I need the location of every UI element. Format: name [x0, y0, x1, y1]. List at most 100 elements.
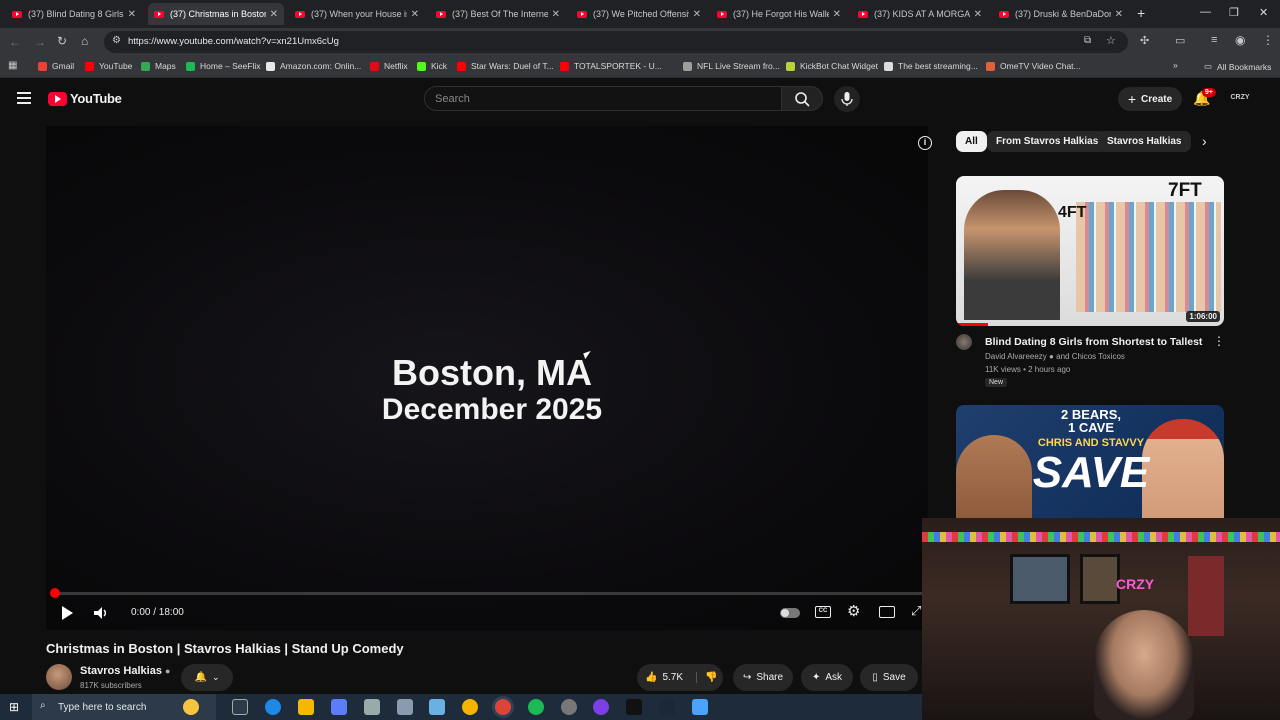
- chip-all[interactable]: All: [956, 131, 987, 152]
- close-tab-icon[interactable]: ✕: [1115, 9, 1123, 20]
- sidebar-video-title[interactable]: Blind Dating 8 Girls from Shortest to Ta…: [985, 336, 1205, 348]
- close-tab-icon[interactable]: ✕: [128, 9, 136, 20]
- bookmark-amazon[interactable]: Amazon.com: Onlin...: [266, 61, 361, 71]
- more-options-icon[interactable]: ⋮: [1213, 334, 1225, 348]
- captions-icon[interactable]: CC: [815, 606, 831, 618]
- app-icon[interactable]: [462, 699, 478, 715]
- bookmark-kickbot[interactable]: KickBot Chat Widget: [786, 61, 878, 71]
- info-icon[interactable]: i: [918, 136, 932, 150]
- bookmark-ometv[interactable]: OmeTV Video Chat...: [986, 61, 1081, 71]
- app-icon[interactable]: [692, 699, 708, 715]
- hamburger-menu-icon[interactable]: [17, 92, 31, 104]
- edge-icon[interactable]: [265, 699, 281, 715]
- close-tab-icon[interactable]: ✕: [833, 9, 841, 20]
- chrome-icon[interactable]: [495, 699, 511, 715]
- youtube-logo[interactable]: YouTube: [48, 91, 122, 106]
- browser-tab[interactable]: (37) When your House is I ✕: [289, 3, 425, 25]
- extensions-icon[interactable]: ✣: [1140, 34, 1149, 47]
- thumbs-down-icon[interactable]: 👎: [696, 672, 717, 683]
- autoplay-toggle[interactable]: [780, 608, 800, 618]
- app-icon[interactable]: [397, 699, 413, 715]
- video-thumbnail[interactable]: 2 BEARS, 1 CAVE CHRIS AND STAVVY SAVE: [956, 405, 1224, 520]
- home-icon[interactable]: ⌂: [81, 34, 88, 48]
- app-icon[interactable]: [561, 699, 577, 715]
- video-player[interactable]: i Boston, MA December 2025 0:00 / 18:00 …: [46, 126, 932, 630]
- browser-tab[interactable]: (37) We Pitched Offensive ✕: [571, 3, 707, 25]
- bookmark-star-icon[interactable]: ☆: [1106, 34, 1116, 47]
- browser-tab[interactable]: (37) He Forgot His Wallet. ✕: [711, 3, 847, 25]
- subscribed-button[interactable]: 🔔 ⌄: [181, 664, 233, 691]
- app-icon[interactable]: [626, 699, 642, 715]
- settings-gear-icon[interactable]: ⚙: [847, 602, 860, 620]
- bookmark-gmail[interactable]: Gmail: [38, 61, 74, 71]
- media-icon[interactable]: ≡: [1211, 34, 1217, 46]
- app-icon[interactable]: [429, 699, 445, 715]
- address-bar[interactable]: ⚙ https://www.youtube.com/watch?v=xn21Um…: [104, 31, 1128, 53]
- close-tab-icon[interactable]: ✕: [552, 9, 560, 20]
- video-thumbnail[interactable]: 4FT 7FT 1:06:00: [956, 176, 1224, 326]
- save-button[interactable]: ▯ Save: [860, 664, 918, 691]
- progress-bar[interactable]: [52, 592, 922, 595]
- theater-mode-icon[interactable]: [879, 606, 895, 618]
- bookmark-nfl-stream[interactable]: NFL Live Stream fro...: [683, 61, 780, 71]
- browser-tab[interactable]: (37) Best Of The Internet (✕: [430, 3, 566, 25]
- steam-icon[interactable]: [659, 699, 675, 715]
- sidebar-icon[interactable]: ▭: [1175, 34, 1185, 47]
- apps-grid-icon[interactable]: ▦: [8, 60, 17, 71]
- file-explorer-icon[interactable]: [298, 699, 314, 715]
- profile-icon[interactable]: ◉: [1235, 33, 1245, 47]
- back-icon[interactable]: ←: [9, 35, 21, 49]
- more-bookmarks-icon[interactable]: »: [1173, 60, 1178, 70]
- maximize-icon[interactable]: ❐: [1229, 6, 1239, 19]
- menu-icon[interactable]: ⋮: [1262, 33, 1274, 47]
- forward-icon[interactable]: →: [34, 35, 46, 49]
- browser-tab[interactable]: (37) KIDS AT A MORGAN ✕: [852, 3, 988, 25]
- channel-avatar[interactable]: [46, 664, 72, 690]
- spotify-icon[interactable]: [528, 699, 544, 715]
- task-view-icon[interactable]: [232, 699, 248, 715]
- channel-name[interactable]: Stavros Halkias ●: [80, 665, 170, 677]
- close-tab-icon[interactable]: ✕: [270, 9, 278, 20]
- close-window-icon[interactable]: ✕: [1259, 6, 1268, 19]
- chevron-right-icon[interactable]: ›: [1202, 133, 1207, 149]
- bookmark-star-wars[interactable]: Star Wars: Duel of T...: [457, 61, 554, 71]
- site-info-icon[interactable]: ⚙: [112, 35, 121, 46]
- channel-avatar[interactable]: [956, 334, 972, 350]
- browser-tab[interactable]: (37) Blind Dating 8 Girls fr ✕: [6, 3, 142, 25]
- volume-icon[interactable]: [92, 605, 108, 621]
- chip-from-channel[interactable]: From Stavros Halkias: [987, 131, 1108, 152]
- chip-channel[interactable]: Stavros Halkias: [1098, 131, 1191, 152]
- app-icon[interactable]: [593, 699, 609, 715]
- progress-scrubber[interactable]: [50, 588, 60, 598]
- search-button[interactable]: [781, 86, 823, 111]
- play-icon[interactable]: [60, 605, 74, 621]
- store-icon[interactable]: [331, 699, 347, 715]
- all-bookmarks-folder[interactable]: ▭ All Bookmarks: [1204, 61, 1271, 72]
- widgets-icon[interactable]: [183, 699, 199, 715]
- search-input[interactable]: Search: [424, 86, 782, 111]
- bookmark-maps[interactable]: Maps: [141, 61, 176, 71]
- calculator-icon[interactable]: [364, 699, 380, 715]
- windows-start-icon[interactable]: ⊞: [9, 700, 19, 714]
- sidebar-video-channel[interactable]: David Alvareeezy ● and Chicos Toxicos: [985, 352, 1125, 361]
- account-avatar[interactable]: CRZY: [1227, 90, 1253, 106]
- ask-button[interactable]: ✦ Ask: [801, 664, 853, 691]
- install-icon[interactable]: ⧉: [1084, 35, 1091, 46]
- bookmark-totalsportek[interactable]: TOTALSPORTEK - U...: [560, 61, 662, 71]
- bookmark-netflix[interactable]: Netflix: [370, 61, 408, 71]
- bookmark-seeflix[interactable]: Home – SeeFlix: [186, 61, 260, 71]
- fullscreen-icon[interactable]: ⤢: [911, 603, 921, 619]
- create-button[interactable]: + Create: [1118, 87, 1182, 111]
- bookmark-streaming[interactable]: The best streaming...: [884, 61, 978, 71]
- share-button[interactable]: ↪ Share: [733, 664, 793, 691]
- minimize-icon[interactable]: —: [1200, 6, 1211, 18]
- bookmark-kick[interactable]: Kick: [417, 61, 447, 71]
- browser-tab[interactable]: (37) Druski & BenDaDonn ✕: [993, 3, 1129, 25]
- voice-search-button[interactable]: [834, 86, 860, 112]
- reload-icon[interactable]: ↻: [57, 34, 67, 48]
- bookmark-youtube[interactable]: YouTube: [85, 61, 132, 71]
- close-tab-icon[interactable]: ✕: [411, 9, 419, 20]
- like-button[interactable]: 👍 5.7K 👎: [637, 664, 723, 691]
- browser-tab-active[interactable]: (37) Christmas in Boston | ✕: [148, 3, 284, 25]
- close-tab-icon[interactable]: ✕: [974, 9, 982, 20]
